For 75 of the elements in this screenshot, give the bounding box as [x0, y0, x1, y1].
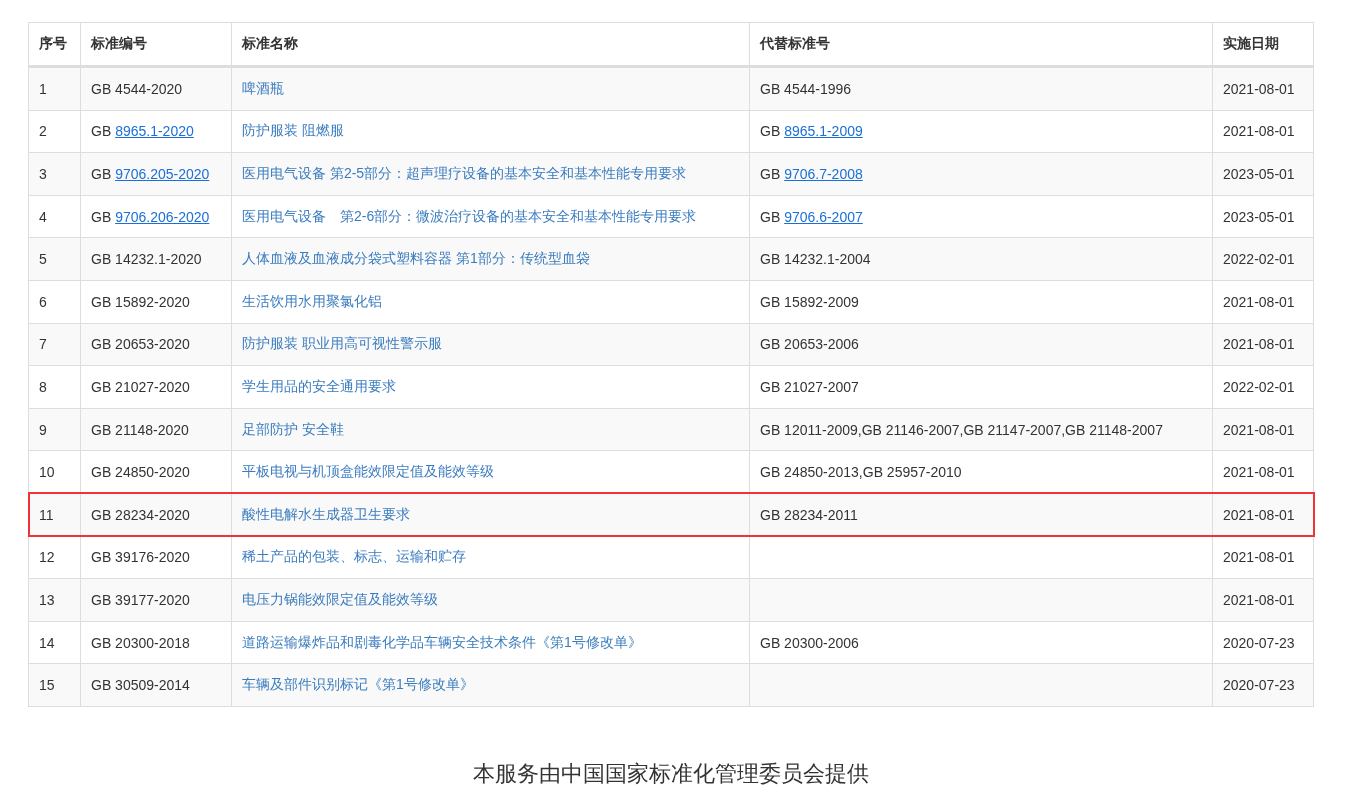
standard-name-link[interactable]: 啤酒瓶 — [242, 79, 284, 96]
standard-prefix: GB — [760, 123, 781, 140]
standard-name-link[interactable]: 平板电视与机顶盒能效限定值及能效等级 — [242, 463, 494, 480]
standard-link[interactable]: 9706.206-2020 — [115, 208, 210, 225]
date-cell: 2020-07-23 — [1212, 663, 1314, 707]
standard-code: GB 15892-2020 — [91, 293, 190, 310]
standard-code: GB 39177-2020 — [91, 591, 190, 608]
standard-name-link[interactable]: 学生用品的安全通用要求 — [242, 377, 396, 394]
standard-name-link[interactable]: 防护服装 阻燃服 — [242, 122, 344, 139]
standard-prefix: GB — [760, 166, 781, 182]
standard-link[interactable]: 9706.7-2008 — [784, 166, 863, 182]
row-number-cell: 8 — [28, 365, 81, 409]
standard-code: GB 20653-2020 — [91, 336, 190, 353]
date-cell: 2020-07-23 — [1212, 621, 1314, 664]
date-cell: 2021-08-01 — [1212, 323, 1314, 366]
date-cell: 2021-08-01 — [1212, 578, 1314, 622]
standard-name-link[interactable]: 医用电气设备 第2-6部分：微波治疗设备的基本安全和基本性能专用要求 — [242, 207, 697, 224]
date-cell: 2021-08-01 — [1212, 280, 1314, 324]
row-number-cell: 14 — [28, 621, 81, 664]
standard-name-link[interactable]: 车辆及部件识别标记《第1号修改单》 — [242, 676, 474, 693]
standard-code: GB 28234-2011 — [760, 506, 858, 523]
row-number-cell: 4 — [28, 195, 81, 238]
standard-code: GB 24850-2013,GB 25957-2010 — [760, 464, 962, 481]
standard-code: GB 20300-2006 — [760, 634, 859, 651]
footer-text: 本服务由中国国家标准化管理委员会提供 — [471, 759, 870, 788]
standard-prefix: GB — [91, 123, 112, 140]
date-cell: 2021-08-01 — [1212, 536, 1314, 579]
date-cell: 2021-08-01 — [1212, 66, 1314, 111]
standard-name-link[interactable]: 足部防护 安全鞋 — [242, 420, 344, 437]
date-cell: 2023-05-01 — [1212, 152, 1314, 196]
row-number-cell: 12 — [28, 536, 81, 579]
date-cell: 2022-02-01 — [1212, 365, 1314, 409]
standard-code: GB 30509-2014 — [91, 677, 190, 694]
standard-prefix: GB — [760, 208, 781, 225]
standard-code: GB 20653-2006 — [760, 336, 859, 353]
date-cell: 2021-08-01 — [1212, 110, 1314, 153]
standard-code: GB 14232.1-2020 — [91, 251, 202, 268]
standard-code: GB 12011-2009,GB 21146-2007,GB 21147-2007,GB 21148-2007 — [760, 421, 1163, 438]
standard-code: GB 21027-2020 — [91, 378, 190, 395]
standard-name-link[interactable]: 医用电气设备 第2-5部分：超声理疗设备的基本安全和基本性能专用要求 — [242, 165, 687, 181]
date-cell: 2021-08-01 — [1212, 408, 1314, 451]
standard-link[interactable]: 8965.1-2009 — [784, 123, 863, 140]
standard-link[interactable]: 9706.205-2020 — [115, 166, 210, 182]
standard-code: GB 15892-2009 — [760, 293, 859, 310]
row-number-cell: 6 — [28, 280, 81, 324]
row-number-cell: 9 — [28, 408, 81, 451]
standard-prefix: GB — [91, 166, 112, 182]
standard-code: GB 28234-2020 — [91, 506, 190, 523]
standard-name-link[interactable]: 电压力锅能效限定值及能效等级 — [242, 590, 438, 607]
date-cell: 2022-02-01 — [1212, 237, 1314, 281]
row-number-cell: 7 — [28, 323, 81, 366]
row-number-cell: 3 — [28, 152, 81, 196]
standard-code: GB 20300-2018 — [91, 634, 190, 651]
standard-code: GB 21027-2007 — [760, 378, 859, 395]
standard-name-link[interactable]: 酸性电解水生成器卫生要求 — [242, 505, 410, 522]
standard-name-link[interactable]: 人体血液及血液成分袋式塑料容器 第1部分：传统型血袋 — [242, 250, 590, 267]
row-number-cell: 1 — [28, 66, 81, 111]
standard-name-link[interactable]: 道路运输爆炸品和剧毒化学品车辆安全技术条件《第1号修改单》 — [242, 633, 642, 650]
standard-code: GB 39176-2020 — [91, 549, 190, 566]
standard-link[interactable]: 8965.1-2020 — [115, 123, 194, 140]
standard-code: GB 4544-1996 — [760, 80, 852, 97]
standard-name-link[interactable]: 防护服装 职业用高可视性警示服 — [242, 335, 442, 352]
date-cell: 2023-05-01 — [1212, 195, 1314, 238]
standard-code: GB 4544-2020 — [91, 80, 183, 97]
standard-link[interactable]: 9706.6-2007 — [784, 208, 863, 225]
standard-name-link[interactable]: 生活饮用水用聚氯化铝 — [242, 292, 382, 309]
standard-name-link[interactable]: 稀土产品的包装、标志、运输和贮存 — [242, 548, 466, 565]
standard-prefix: GB — [91, 208, 112, 225]
row-number-cell: 13 — [28, 578, 81, 622]
standard-code: GB 24850-2020 — [91, 464, 190, 481]
standard-code: GB 21148-2020 — [91, 421, 189, 438]
standard-code: GB 14232.1-2004 — [760, 251, 871, 268]
row-number-cell: 15 — [28, 663, 81, 707]
row-number-cell: 5 — [28, 237, 81, 281]
row-number-cell: 2 — [28, 110, 81, 153]
